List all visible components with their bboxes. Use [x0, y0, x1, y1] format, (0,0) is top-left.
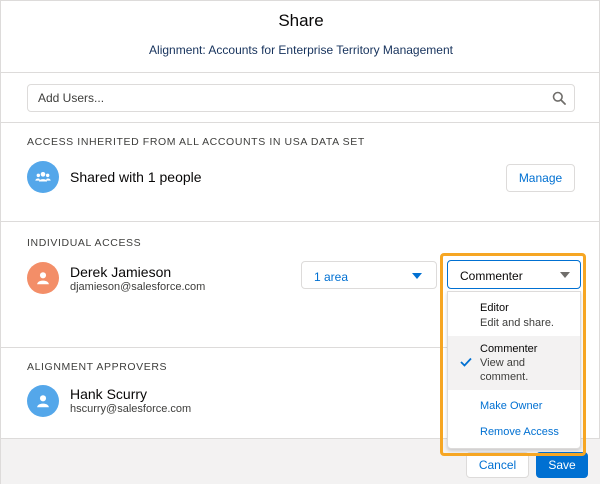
approvers-section-heading: ALIGNMENT APPROVERS — [27, 361, 168, 373]
divider — [1, 347, 447, 348]
inherited-section-heading: ACCESS INHERITED FROM ALL ACCOUNTS IN US… — [27, 136, 365, 148]
avatar — [27, 262, 59, 294]
area-select[interactable]: 1 area — [301, 261, 437, 289]
dialog-header: Share Alignment: Accounts for Enterprise… — [1, 1, 600, 73]
user-email: djamieson@salesforce.com — [70, 281, 206, 293]
area-select-value: 1 area — [314, 270, 349, 284]
user-icon — [37, 272, 49, 285]
group-icon — [35, 171, 51, 182]
group-avatar — [27, 161, 59, 193]
share-dialog: Share Alignment: Accounts for Enterprise… — [0, 0, 600, 484]
chevron-down-icon — [412, 273, 422, 279]
manage-button[interactable]: Manage — [506, 164, 575, 192]
user-icon — [37, 395, 49, 408]
add-users-search — [27, 84, 575, 112]
divider — [1, 122, 600, 123]
highlight-outline — [440, 253, 586, 456]
add-users-input[interactable] — [28, 85, 574, 111]
shared-count-label: Shared with 1 people — [70, 169, 202, 185]
individual-section-heading: INDIVIDUAL ACCESS — [27, 237, 142, 249]
divider — [1, 221, 600, 222]
approver-name: Hank Scurry — [70, 386, 148, 402]
avatar — [27, 385, 59, 417]
approver-email: hscurry@salesforce.com — [70, 403, 192, 415]
dialog-subtitle: Alignment: Accounts for Enterprise Terri… — [149, 43, 453, 57]
user-name: Derek Jamieson — [70, 264, 172, 280]
dialog-title: Share — [278, 11, 324, 30]
search-icon[interactable] — [552, 91, 566, 105]
